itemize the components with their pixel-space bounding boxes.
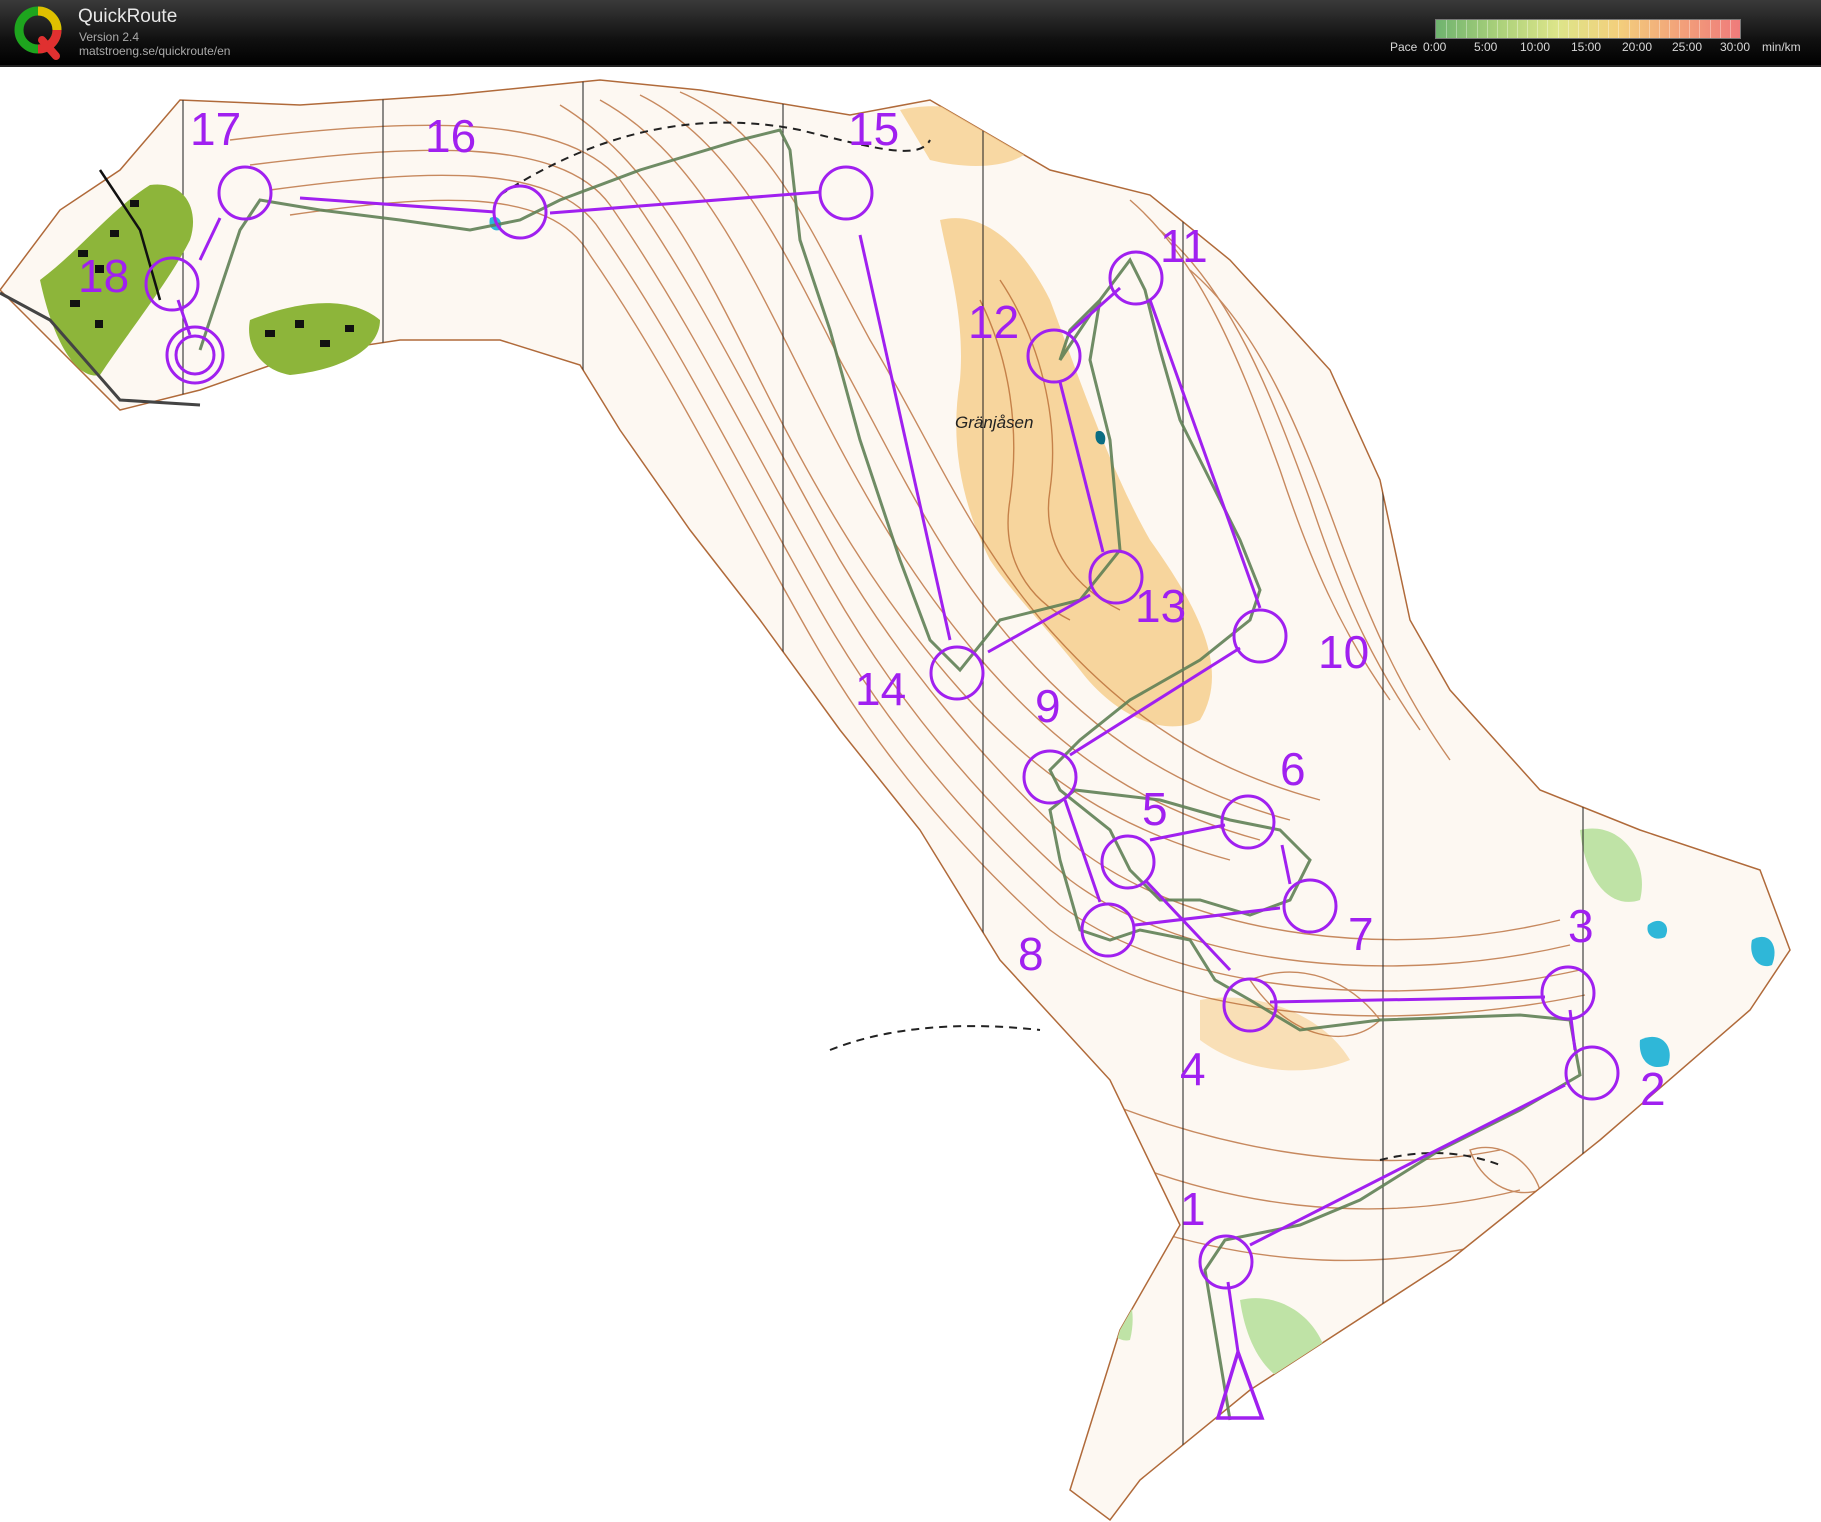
control-number: 17 [190, 103, 241, 155]
pace-scale-cell [1669, 20, 1671, 38]
control-number: 8 [1018, 928, 1044, 980]
pace-scale-cell [1618, 20, 1620, 38]
pace-scale-cell [1466, 20, 1468, 38]
pace-scale-cell [1689, 20, 1691, 38]
pace-tick: 30:00 [1720, 40, 1751, 54]
control-number: 1 [1180, 1183, 1206, 1235]
pace-scale-cell [1486, 20, 1488, 38]
control-number: 16 [425, 110, 476, 162]
pace-scale-cell [1496, 20, 1498, 38]
pace-scale-cell [1476, 20, 1478, 38]
control-number: 14 [855, 663, 906, 715]
app-version: Version 2.4 [79, 30, 140, 44]
pace-scale-cell [1567, 20, 1569, 38]
control-number: 11 [1160, 220, 1208, 272]
pace-scale-cell [1456, 20, 1458, 38]
pace-color-scale [1435, 19, 1741, 39]
pace-scale-cell [1588, 20, 1589, 38]
control-number: 2 [1640, 1063, 1666, 1115]
pace-scale-cell [1699, 20, 1701, 38]
pace-scale-cell [1608, 20, 1610, 38]
terrain-area [0, 79, 1791, 1522]
pace-unit: min/km [1762, 40, 1801, 54]
control-number: 12 [968, 296, 1019, 348]
control-number: 15 [848, 103, 899, 155]
app-title: QuickRoute [78, 6, 178, 27]
control-number: 18 [78, 250, 129, 302]
control-number: 5 [1142, 783, 1168, 835]
app-url[interactable]: matstroeng.se/quickroute/en [79, 44, 230, 58]
pace-tick: 20:00 [1622, 40, 1653, 54]
pace-scale-cell [1517, 20, 1519, 38]
pace-scale-cell [1658, 20, 1660, 38]
pace-scale-cell [1628, 20, 1630, 38]
pace-tick: 15:00 [1571, 40, 1602, 54]
pace-scale-cell [1557, 20, 1559, 38]
pace-scale-cell [1547, 20, 1549, 38]
control-number: 3 [1568, 900, 1594, 952]
control-number: 10 [1318, 626, 1369, 678]
pace-scale-cell [1719, 20, 1721, 38]
pace-scale-cell [1709, 20, 1711, 38]
pace-scale-cell [1537, 20, 1539, 38]
pace-tick: 25:00 [1672, 40, 1703, 54]
pace-tick: 10:00 [1520, 40, 1551, 54]
control-number: 9 [1035, 680, 1061, 732]
pace-scale-cell [1648, 20, 1650, 38]
control-number: 7 [1348, 908, 1374, 960]
pace-label: Pace [1390, 40, 1418, 54]
pace-scale-cell [1598, 20, 1600, 38]
pace-scale-cell [1679, 20, 1681, 38]
pace-scale-cell [1729, 20, 1731, 38]
orienteering-map[interactable]: Gränjåsen 1 2 3 4 5 6 7 8 9 10 11 12 13 … [0, 67, 1821, 1522]
pace-tick: 0:00 [1423, 40, 1447, 54]
control-number: 6 [1280, 743, 1306, 795]
pace-scale-cell [1446, 20, 1448, 38]
pace-scale-cell [1638, 20, 1640, 38]
pace-scale-cell [1506, 20, 1508, 38]
app-header: QuickRoute Version 2.4 matstroeng.se/qui… [0, 0, 1821, 67]
pace-scale-cell [1577, 20, 1579, 38]
pace-scale-cell [1527, 20, 1529, 38]
place-name: Gränjåsen [955, 413, 1033, 432]
control-number: 4 [1180, 1043, 1206, 1095]
quickroute-logo-icon [14, 6, 62, 60]
pace-tick: 5:00 [1474, 40, 1498, 54]
control-number: 13 [1135, 580, 1186, 632]
